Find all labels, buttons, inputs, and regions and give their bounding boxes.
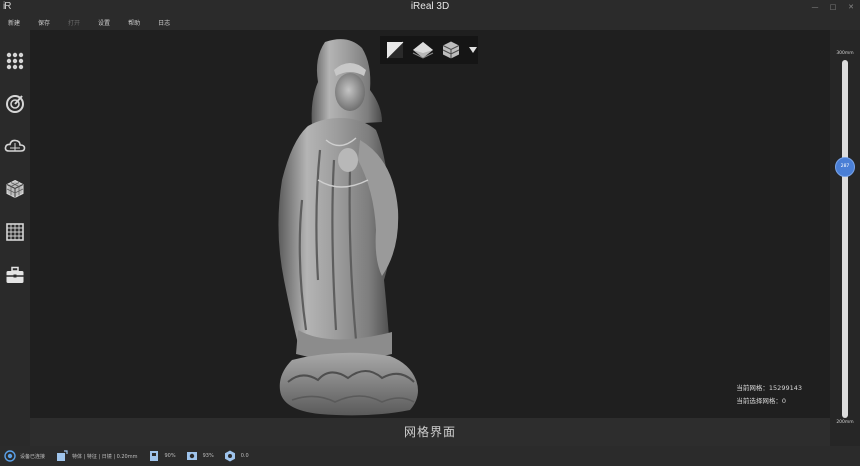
mesh-count-label: 当前网格： [736,384,769,392]
statue-mesh-model [278,39,418,416]
layer-cube-button[interactable] [440,39,462,61]
storage-icon [147,450,160,463]
cloud-mesh-button[interactable] [4,135,26,157]
mesh-count-row: 当前网格：15299143 [736,382,802,395]
close-button[interactable]: ✕ [846,2,856,12]
3d-viewport[interactable]: 当前网格：15299143 当前选择网格：0 [30,30,830,418]
device-status-text: 设备已连接 [20,453,46,460]
texture-toggle-icon [386,41,404,59]
menu-save[interactable]: 保存 [38,18,50,27]
camera-text: 93% [202,453,214,459]
status-bar: 设备已连接 特体 | 特征 | 日镜 | 0.20mm 90% 93% 0.0 [0,446,860,466]
scan-mode-icon [55,450,68,463]
toolbox-button[interactable] [4,264,26,286]
extra-value-text: 0.0 [240,453,249,459]
menu-new[interactable]: 新建 [8,18,20,27]
texture-toggle-button[interactable] [384,39,406,61]
mesh-count-value: 15299143 [768,384,802,392]
minimize-button[interactable]: — [810,2,820,12]
layer-pyramid-icon [412,42,434,59]
mesh-stats: 当前网格：15299143 当前选择网格：0 [736,382,802,408]
view-dropdown-button[interactable] [468,39,478,61]
cube-mesh-button[interactable] [4,178,26,200]
selected-mesh-value: 0 [781,397,787,405]
cube-mesh-icon [6,179,24,199]
layer-cube-icon [442,41,460,59]
camera-icon [186,450,199,463]
view-mode-label: 网格界面 [30,418,830,446]
layer-pyramid-button[interactable] [412,39,434,61]
grid-square-button[interactable] [4,221,26,243]
window-title: iReal 3D [410,1,450,12]
title-bar: iR iReal 3D — □ ✕ [0,0,860,14]
menu-settings[interactable]: 设置 [98,18,110,27]
grid-square-icon [6,223,24,241]
menu-bar: 新建 保存 打开 设置 帮助 日志 [0,14,860,30]
selected-mesh-row: 当前选择网格：0 [736,395,802,408]
scan-target-icon [6,95,24,113]
grid-dots-icon [6,52,24,70]
chevron-down-icon [469,47,477,53]
depth-slider-panel: 300mm 287 200mm [830,30,860,446]
scan-mode-text: 特体 | 特征 | 日镜 | 0.20mm [72,453,138,460]
scan-button[interactable] [4,92,26,114]
left-toolbar [0,30,30,446]
cloud-mesh-icon [4,139,26,152]
grid-dots-button[interactable] [4,49,26,71]
selected-mesh-label: 当前选择网格： [736,397,782,405]
slider-max-label: 300mm [836,51,854,56]
depth-slider-thumb[interactable]: 287 [835,157,855,178]
menu-open[interactable]: 打开 [68,18,80,27]
depth-slider-track[interactable] [842,60,848,418]
storage-text: 90% [164,453,176,459]
device-status-icon [3,450,16,463]
menu-log[interactable]: 日志 [158,18,170,27]
window-controls: — □ ✕ [810,0,856,14]
hex-settings-icon [224,450,237,463]
menu-help[interactable]: 帮助 [128,18,140,27]
slider-min-label: 200mm [836,420,854,425]
maximize-button[interactable]: □ [828,2,838,12]
view-toolbar [380,36,478,64]
toolbox-icon [6,266,24,283]
